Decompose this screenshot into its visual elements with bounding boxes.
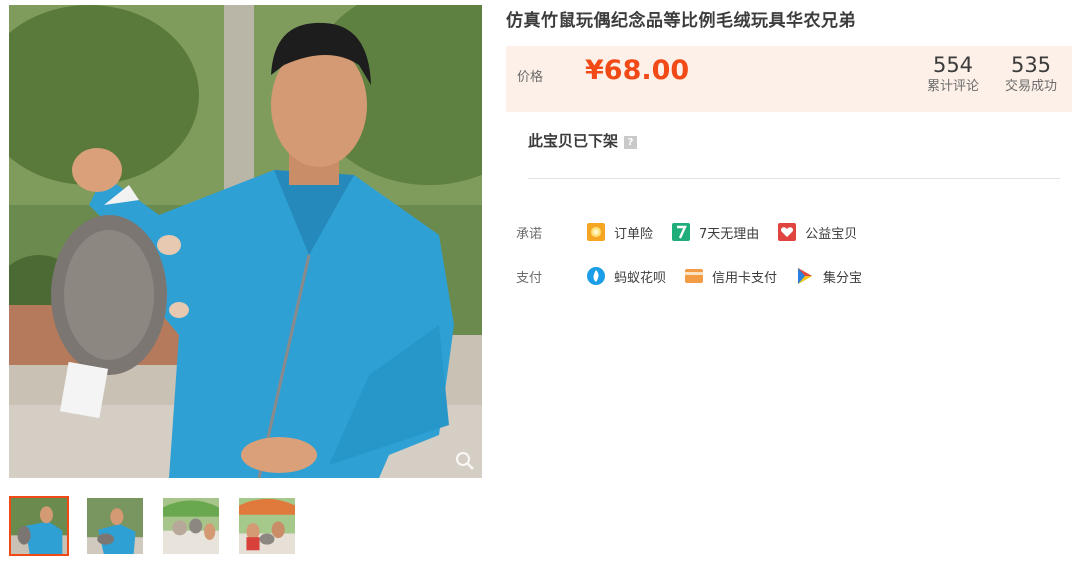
charity-label: 公益宝贝 bbox=[805, 226, 858, 242]
ant-credit-label: 蚂蚁花呗 bbox=[614, 270, 667, 286]
sold-stat: 535 交易成功 bbox=[1003, 52, 1059, 96]
credit-card-item[interactable]: 信用卡支付 bbox=[684, 266, 777, 286]
thumbnail-image bbox=[239, 498, 295, 554]
thumbnail-3[interactable] bbox=[161, 496, 221, 556]
seven-day-return-item[interactable]: 7天无理由 bbox=[671, 222, 759, 242]
payment-row: 支付 蚂蚁花呗 信用卡支付 集分宝 bbox=[516, 265, 880, 287]
order-insurance-label: 订单险 bbox=[614, 226, 654, 242]
price-value: ¥68.00 bbox=[585, 55, 690, 86]
thumbnail-1[interactable] bbox=[9, 496, 69, 556]
thumbnail-image bbox=[11, 498, 67, 554]
divider bbox=[528, 178, 1060, 179]
jifenbao-label: 集分宝 bbox=[823, 270, 863, 286]
payment-label: 支付 bbox=[516, 270, 543, 286]
ant-credit-item[interactable]: 蚂蚁花呗 bbox=[586, 266, 666, 286]
charity-item[interactable]: 公益宝贝 bbox=[777, 222, 857, 242]
credit-card-icon bbox=[684, 266, 704, 286]
zoom-icon[interactable] bbox=[454, 450, 476, 472]
help-icon[interactable]: ? bbox=[624, 135, 638, 149]
promise-label: 承诺 bbox=[516, 226, 543, 242]
jifenbao-icon bbox=[795, 266, 815, 286]
charity-icon bbox=[777, 222, 797, 242]
review-stat[interactable]: 554 累计评论 bbox=[925, 52, 981, 96]
seven-day-return-icon bbox=[671, 222, 691, 242]
price-panel: 价格 ¥68.00 554 累计评论 535 交易成功 bbox=[506, 46, 1072, 112]
product-photo bbox=[9, 5, 482, 478]
price-label: 价格 bbox=[517, 70, 544, 85]
order-insurance-icon bbox=[586, 222, 606, 242]
order-insurance-item[interactable]: 订单险 bbox=[586, 222, 653, 242]
seven-day-return-label: 7天无理由 bbox=[699, 226, 760, 242]
review-count: 554 bbox=[932, 53, 974, 77]
sold-count: 535 bbox=[1010, 53, 1052, 77]
item-offline-status: 此宝贝已下架 ? bbox=[528, 130, 638, 151]
main-product-image[interactable] bbox=[9, 5, 482, 478]
product-title: 仿真竹鼠玩偶纪念品等比例毛绒玩具华农兄弟 bbox=[506, 11, 856, 31]
credit-card-label: 信用卡支付 bbox=[712, 270, 778, 286]
offline-text: 此宝贝已下架 bbox=[528, 132, 619, 150]
ant-credit-icon bbox=[586, 266, 606, 286]
thumbnail-2[interactable] bbox=[85, 496, 145, 556]
sold-label: 交易成功 bbox=[1004, 79, 1057, 94]
thumbnail-4[interactable] bbox=[237, 496, 297, 556]
review-label: 累计评论 bbox=[926, 79, 979, 94]
thumbnail-image bbox=[163, 498, 219, 554]
promise-row: 承诺 订单险 7天无理由 公益宝贝 bbox=[516, 221, 875, 243]
jifenbao-item[interactable]: 集分宝 bbox=[795, 266, 862, 286]
thumbnail-image bbox=[87, 498, 143, 554]
